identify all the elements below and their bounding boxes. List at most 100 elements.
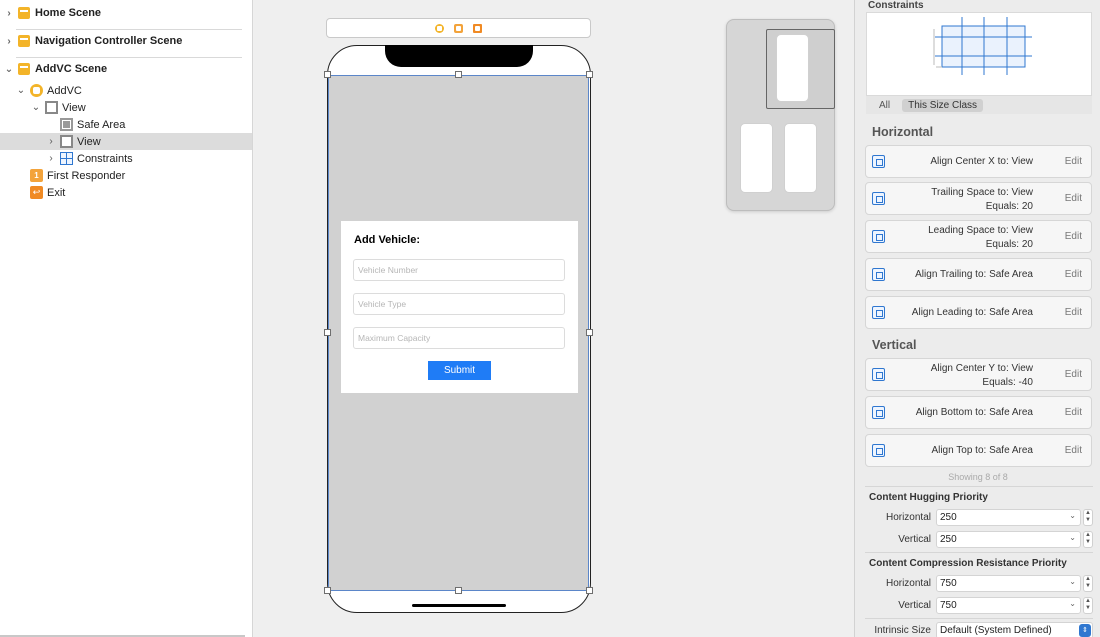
hugging-horizontal-stepper[interactable]: ▲ ▼ bbox=[1083, 509, 1093, 526]
constraint-row[interactable]: Align Center Y to: View Equals: -40 Edit bbox=[865, 358, 1092, 391]
tree-item-exit[interactable]: ↩ Exit bbox=[0, 184, 252, 201]
constraint-label: Trailing Space to: View bbox=[931, 187, 1033, 198]
resize-handle[interactable] bbox=[586, 587, 593, 594]
edit-button[interactable]: Edit bbox=[1065, 193, 1082, 204]
hugging-vertical-input[interactable]: 250 ⌄ bbox=[936, 531, 1081, 548]
constraint-row[interactable]: Align Bottom to: Safe Area Edit bbox=[865, 396, 1092, 429]
divider bbox=[865, 552, 1093, 553]
resize-handle[interactable] bbox=[324, 71, 331, 78]
constraint-row[interactable]: Align Trailing to: Safe Area Edit bbox=[865, 258, 1092, 291]
constraint-label: Align Top to: Safe Area bbox=[931, 445, 1033, 456]
align-trailing-icon bbox=[872, 268, 885, 281]
constraint-label: Align Leading to: Safe Area bbox=[911, 307, 1033, 318]
compression-horizontal-input[interactable]: 750 ⌄ bbox=[936, 575, 1081, 592]
size-class-tabs: All This Size Class bbox=[866, 96, 1092, 114]
chevron-down-icon[interactable]: ⌄ bbox=[1069, 577, 1076, 586]
tree-item-label: Safe Area bbox=[77, 118, 126, 131]
maximum-capacity-field[interactable]: Maximum Capacity bbox=[353, 327, 565, 349]
hugging-vertical-stepper[interactable]: ▲ ▼ bbox=[1083, 531, 1093, 548]
constraints-diagram[interactable] bbox=[866, 12, 1092, 96]
constraints-title: Constraints bbox=[868, 0, 924, 11]
constraint-label: Leading Space to: View bbox=[928, 225, 1033, 236]
align-leading-icon bbox=[872, 306, 885, 319]
compression-horizontal-value: 750 bbox=[940, 578, 957, 589]
scene-row-navigation-controller[interactable]: › Navigation Controller Scene bbox=[0, 30, 252, 52]
edit-button[interactable]: Edit bbox=[1065, 156, 1082, 167]
compression-horizontal-stepper[interactable]: ▲ ▼ bbox=[1083, 575, 1093, 592]
tab-this-size-class[interactable]: This Size Class bbox=[902, 98, 984, 112]
scene-dock-bar[interactable] bbox=[326, 18, 591, 38]
vehicle-type-field[interactable]: Vehicle Type bbox=[353, 293, 565, 315]
edit-button[interactable]: Edit bbox=[1065, 369, 1082, 380]
disclosure-closed-icon[interactable]: › bbox=[45, 136, 57, 147]
showing-count: Showing 8 of 8 bbox=[948, 472, 1008, 482]
constraint-row[interactable]: Leading Space to: View Equals: 20 Edit bbox=[865, 220, 1092, 253]
constraint-row[interactable]: Align Leading to: Safe Area Edit bbox=[865, 296, 1092, 329]
first-responder-icon[interactable] bbox=[454, 23, 463, 33]
exit-icon: ↩ bbox=[30, 186, 43, 199]
constraint-row[interactable]: Align Center X to: View Edit bbox=[865, 145, 1092, 178]
resize-handle[interactable] bbox=[455, 587, 462, 594]
disclosure-open-icon[interactable]: ⌄ bbox=[3, 64, 15, 75]
compression-vertical-stepper[interactable]: ▲ ▼ bbox=[1083, 597, 1093, 614]
tree-item-constraints[interactable]: › Constraints bbox=[0, 150, 252, 167]
view-controller-icon[interactable] bbox=[435, 23, 444, 33]
compression-horizontal-label: Horizontal bbox=[885, 578, 931, 589]
vehicle-number-field[interactable]: Vehicle Number bbox=[353, 259, 565, 281]
document-outline: › Home Scene › Navigation Controller Sce… bbox=[0, 0, 253, 637]
constraint-row[interactable]: Align Top to: Safe Area Edit bbox=[865, 434, 1092, 467]
tree-item-safe-area[interactable]: Safe Area bbox=[0, 116, 252, 133]
chevron-down-icon[interactable]: ⌄ bbox=[1069, 533, 1076, 542]
edit-button[interactable]: Edit bbox=[1065, 407, 1082, 418]
chevron-down-icon[interactable]: ⌄ bbox=[1069, 511, 1076, 520]
divider bbox=[865, 618, 1093, 619]
intrinsic-size-value: Default (System Defined) bbox=[940, 625, 1052, 636]
vertical-section-title: Vertical bbox=[872, 338, 917, 352]
scene-row-home[interactable]: › Home Scene bbox=[0, 2, 252, 24]
intrinsic-size-popup[interactable]: Default (System Defined) ⇕ bbox=[936, 622, 1093, 637]
add-vehicle-card[interactable]: Add Vehicle: Vehicle Number Vehicle Type… bbox=[341, 221, 578, 393]
resize-handle[interactable] bbox=[586, 71, 593, 78]
scene-row-addvc[interactable]: ⌄ AddVC Scene bbox=[0, 58, 252, 80]
hugging-horizontal-value: 250 bbox=[940, 512, 957, 523]
exit-icon[interactable] bbox=[473, 23, 482, 33]
resize-handle[interactable] bbox=[324, 329, 331, 336]
view-controller-icon bbox=[30, 84, 43, 97]
minimap-scene bbox=[784, 123, 817, 193]
trailing-space-icon bbox=[872, 192, 885, 205]
leading-space-icon bbox=[872, 230, 885, 243]
tree-item-label: View bbox=[77, 135, 101, 148]
selected-view[interactable]: Add Vehicle: Vehicle Number Vehicle Type… bbox=[328, 75, 589, 591]
tab-all[interactable]: All bbox=[879, 100, 890, 111]
minimap-viewport[interactable] bbox=[766, 29, 835, 109]
popup-chevron-icon[interactable]: ⇕ bbox=[1079, 624, 1091, 637]
resize-handle[interactable] bbox=[586, 329, 593, 336]
tree-item-view-selected[interactable]: › View bbox=[0, 133, 252, 150]
resize-handle[interactable] bbox=[324, 587, 331, 594]
chevron-down-icon[interactable]: ⌄ bbox=[1069, 599, 1076, 608]
disclosure-open-icon[interactable]: ⌄ bbox=[30, 102, 42, 113]
edit-button[interactable]: Edit bbox=[1065, 307, 1082, 318]
disclosure-closed-icon[interactable]: › bbox=[45, 153, 57, 164]
resize-handle[interactable] bbox=[455, 71, 462, 78]
storyboard-canvas[interactable]: Add Vehicle: Vehicle Number Vehicle Type… bbox=[254, 0, 854, 637]
tree-item-addvc[interactable]: ⌄ AddVC bbox=[0, 82, 252, 99]
edit-button[interactable]: Edit bbox=[1065, 445, 1082, 456]
submit-button[interactable]: Submit bbox=[428, 361, 491, 380]
constraint-label: Align Trailing to: Safe Area bbox=[915, 269, 1033, 280]
constraint-constant: Equals: 20 bbox=[985, 201, 1033, 212]
tree-item-first-responder[interactable]: 1 First Responder bbox=[0, 167, 252, 184]
disclosure-open-icon[interactable]: ⌄ bbox=[15, 85, 27, 96]
constraint-row[interactable]: Trailing Space to: View Equals: 20 Edit bbox=[865, 182, 1092, 215]
edit-button[interactable]: Edit bbox=[1065, 269, 1082, 280]
compression-vertical-input[interactable]: 750 ⌄ bbox=[936, 597, 1081, 614]
compression-vertical-label: Vertical bbox=[898, 600, 931, 611]
phone-notch bbox=[385, 45, 533, 67]
disclosure-closed-icon[interactable]: › bbox=[3, 36, 15, 47]
hugging-horizontal-input[interactable]: 250 ⌄ bbox=[936, 509, 1081, 526]
disclosure-closed-icon[interactable]: › bbox=[3, 8, 15, 19]
scene-label: Home Scene bbox=[35, 7, 102, 19]
canvas-minimap[interactable] bbox=[726, 19, 835, 211]
edit-button[interactable]: Edit bbox=[1065, 231, 1082, 242]
tree-item-view[interactable]: ⌄ View bbox=[0, 99, 252, 116]
